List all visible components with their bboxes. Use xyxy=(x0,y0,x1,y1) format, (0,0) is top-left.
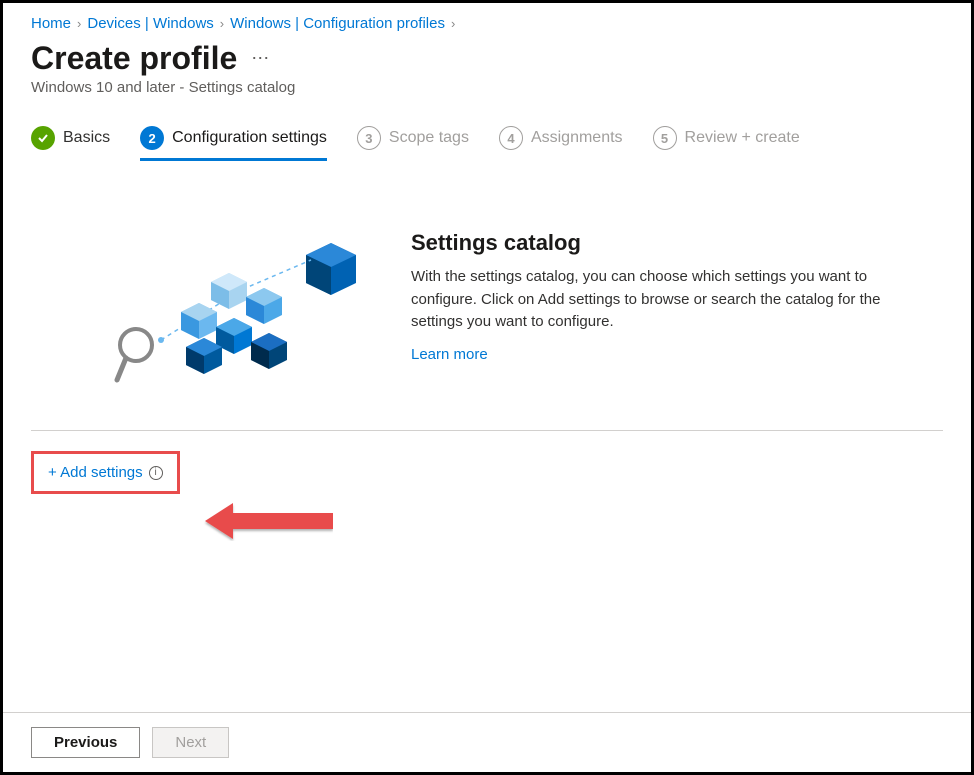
annotation-arrow-icon xyxy=(203,501,333,541)
step-label: Review + create xyxy=(685,129,800,147)
step-label: Assignments xyxy=(531,129,623,147)
step-basics[interactable]: Basics xyxy=(31,126,110,160)
checkmark-icon xyxy=(31,126,55,150)
step-number: 2 xyxy=(140,126,164,150)
page-subtitle: Windows 10 and later - Settings catalog xyxy=(31,79,943,96)
chevron-right-icon: › xyxy=(77,16,81,31)
step-scope-tags[interactable]: 3 Scope tags xyxy=(357,126,469,160)
page-title: Create profile xyxy=(31,40,237,77)
step-configuration-settings[interactable]: 2 Configuration settings xyxy=(140,126,327,160)
step-assignments[interactable]: 4 Assignments xyxy=(499,126,623,160)
breadcrumb-devices[interactable]: Devices | Windows xyxy=(87,15,213,32)
wizard-footer: Previous Next xyxy=(3,712,971,772)
step-label: Scope tags xyxy=(389,129,469,147)
step-label: Basics xyxy=(63,129,110,147)
breadcrumb: Home › Devices | Windows › Windows | Con… xyxy=(31,15,943,32)
info-icon[interactable]: i xyxy=(149,466,163,480)
breadcrumb-config-profiles[interactable]: Windows | Configuration profiles xyxy=(230,15,445,32)
step-number: 5 xyxy=(653,126,677,150)
learn-more-link[interactable]: Learn more xyxy=(411,346,488,363)
info-panel: Settings catalog With the settings catal… xyxy=(31,230,943,400)
step-number: 3 xyxy=(357,126,381,150)
chevron-right-icon: › xyxy=(451,16,455,31)
next-button: Next xyxy=(152,727,229,758)
breadcrumb-home[interactable]: Home xyxy=(31,15,71,32)
chevron-right-icon: › xyxy=(220,16,224,31)
annotation-highlight-box: + Add settings i xyxy=(31,451,180,494)
add-settings-button[interactable]: + Add settings xyxy=(48,464,143,481)
info-body: With the settings catalog, you can choos… xyxy=(411,266,893,334)
catalog-illustration-icon xyxy=(111,230,371,400)
step-number: 4 xyxy=(499,126,523,150)
step-review-create[interactable]: 5 Review + create xyxy=(653,126,800,160)
info-heading: Settings catalog xyxy=(411,230,893,256)
step-label: Configuration settings xyxy=(172,129,327,147)
wizard-steps: Basics 2 Configuration settings 3 Scope … xyxy=(31,126,943,160)
divider xyxy=(31,430,943,431)
previous-button[interactable]: Previous xyxy=(31,727,140,758)
more-actions-icon[interactable]: ⋯ xyxy=(251,48,271,69)
